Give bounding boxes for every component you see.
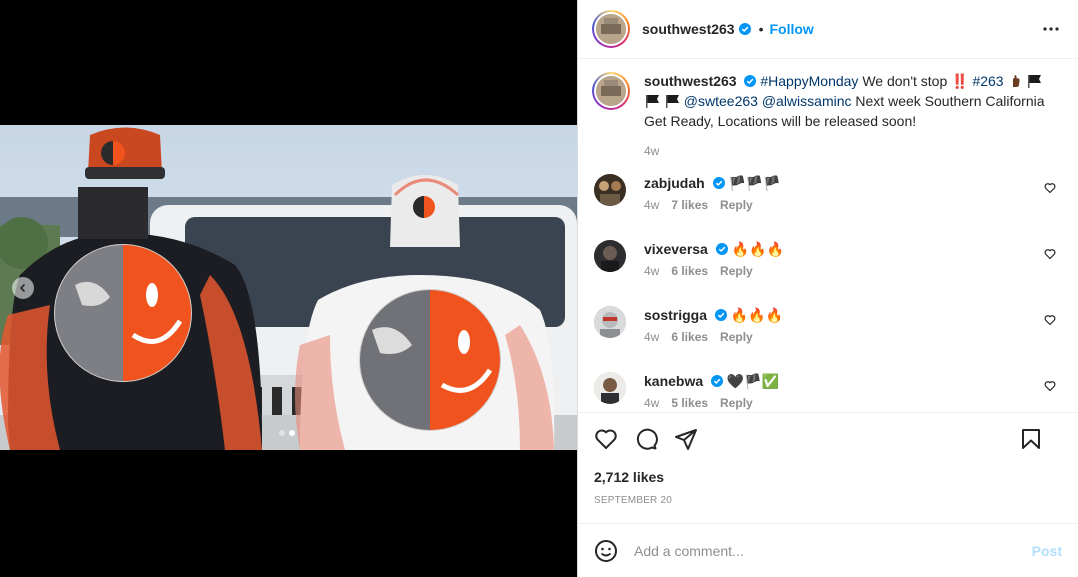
post-dialog: southwest263 • Follow southwest263 #Happ…	[0, 0, 1078, 577]
author-username[interactable]: southwest263	[642, 21, 735, 37]
heart-icon[interactable]	[1044, 380, 1056, 392]
heart-icon	[595, 429, 617, 449]
post-media	[0, 0, 577, 577]
caption-username[interactable]: southwest263	[644, 73, 737, 89]
reply-button[interactable]: Reply	[720, 330, 753, 344]
commenter-avatar[interactable]	[594, 306, 626, 338]
caption-text: We don't stop ‼️	[862, 73, 969, 89]
caption-avatar-ring[interactable]	[592, 72, 630, 110]
comment-item: sostrigga 🔥🔥🔥 4w 6 likes Reply	[594, 306, 1064, 344]
post-comment-button[interactable]: Post	[1032, 543, 1062, 559]
comment-likes[interactable]: 5 likes	[671, 396, 708, 410]
comment-button[interactable]	[634, 427, 658, 454]
comment-body: kanebwa 🖤🏴✅ 4w 5 likes Reply	[644, 372, 1064, 410]
verified-badge-icon	[744, 75, 757, 87]
post-panel: southwest263 • Follow southwest263 #Happ…	[577, 0, 1078, 577]
more-horizontal-icon[interactable]	[1042, 20, 1060, 38]
follow-button[interactable]: Follow	[770, 21, 814, 37]
comment-time[interactable]: 4w	[644, 396, 659, 410]
heart-icon[interactable]	[1044, 182, 1056, 194]
post-header: southwest263 • Follow	[578, 0, 1078, 59]
save-button[interactable]	[1019, 427, 1043, 454]
comment-likes[interactable]: 7 likes	[671, 198, 708, 212]
caption-body: southwest263 #HappyMonday We don't stop …	[644, 72, 1054, 160]
likes-count[interactable]: 2,712 likes	[594, 469, 664, 485]
comment-item: vixeversa 🔥🔥🔥 4w 6 likes Reply	[594, 240, 1064, 278]
mention-link[interactable]: @alwissaminc	[762, 93, 852, 109]
like-button[interactable]	[594, 427, 618, 454]
comment-username[interactable]: sostrigga	[644, 307, 707, 323]
comment-username[interactable]: kanebwa	[644, 373, 703, 389]
commenter-avatar[interactable]	[594, 372, 626, 404]
mention-link[interactable]: @swtee263	[684, 93, 758, 109]
share-icon	[675, 429, 697, 450]
comment-time[interactable]: 4w	[644, 198, 659, 212]
comment-time[interactable]: 4w	[644, 264, 659, 278]
verified-badge-icon	[738, 23, 751, 35]
post-photo[interactable]	[0, 125, 577, 450]
comment-item: zabjudah 🏴🏴🏴 4w 7 likes Reply	[594, 174, 1064, 212]
carousel-dot	[279, 430, 285, 436]
black-flag-icon	[1027, 74, 1042, 92]
reply-button[interactable]: Reply	[720, 264, 753, 278]
black-flag-icon	[665, 94, 680, 112]
commenter-avatar[interactable]	[594, 240, 626, 272]
emoji-icon[interactable]	[594, 539, 618, 563]
comment-input[interactable]	[634, 542, 1014, 559]
hashtag-link[interactable]: #263	[972, 73, 1003, 89]
post-date[interactable]: SEPTEMBER 20	[594, 495, 672, 506]
verified-badge-icon	[714, 309, 727, 321]
hashtag-link[interactable]: #HappyMonday	[760, 73, 858, 89]
avatar	[596, 14, 626, 44]
heart-icon[interactable]	[1044, 248, 1056, 260]
comment-body: zabjudah 🏴🏴🏴 4w 7 likes Reply	[644, 174, 1064, 212]
comment-text: 🔥🔥🔥	[731, 241, 784, 257]
black-flag-icon	[645, 94, 660, 112]
reply-button[interactable]: Reply	[720, 396, 753, 410]
comment-body: vixeversa 🔥🔥🔥 4w 6 likes Reply	[644, 240, 1064, 278]
commenter-avatar[interactable]	[594, 174, 626, 206]
separator-dot: •	[758, 21, 764, 37]
comment-likes[interactable]: 6 likes	[671, 264, 708, 278]
avatar	[596, 76, 626, 106]
comment-text: 🏴🏴🏴	[728, 175, 781, 191]
comments-list[interactable]: southwest263 #HappyMonday We don't stop …	[578, 60, 1078, 412]
post-caption: southwest263 #HappyMonday We don't stop …	[592, 72, 1054, 160]
reply-button[interactable]: Reply	[720, 198, 753, 212]
post-actions-section: 2,712 likes SEPTEMBER 20	[578, 412, 1078, 506]
caption-time[interactable]: 4w	[644, 142, 1054, 160]
author-avatar-ring[interactable]	[592, 10, 630, 48]
comment-text: 🔥🔥🔥	[730, 307, 784, 323]
verified-badge-icon	[711, 375, 724, 387]
comment-text: 🖤🏴✅	[726, 373, 780, 389]
comment-username[interactable]: vixeversa	[644, 241, 708, 257]
bookmark-icon	[1022, 429, 1040, 449]
comment-username[interactable]: zabjudah	[644, 175, 705, 191]
comment-composer: Post	[578, 523, 1078, 577]
heart-icon[interactable]	[1044, 314, 1056, 326]
carousel-dot-active	[289, 430, 295, 436]
verified-badge-icon	[712, 177, 725, 189]
verified-badge-icon	[715, 243, 728, 255]
comment-item: kanebwa 🖤🏴✅ 4w 5 likes Reply	[594, 372, 1064, 410]
photo-illustration	[0, 125, 577, 450]
chevron-left-icon	[19, 283, 26, 293]
comment-likes[interactable]: 6 likes	[671, 330, 708, 344]
hand-emoji-icon	[1009, 74, 1023, 92]
comment-time[interactable]: 4w	[644, 330, 659, 344]
carousel-indicator	[279, 430, 295, 436]
share-button[interactable]	[674, 427, 698, 454]
carousel-prev-button[interactable]	[12, 277, 34, 299]
action-bar	[594, 427, 698, 454]
comment-icon	[636, 428, 658, 450]
comment-body: sostrigga 🔥🔥🔥 4w 6 likes Reply	[644, 306, 1064, 344]
